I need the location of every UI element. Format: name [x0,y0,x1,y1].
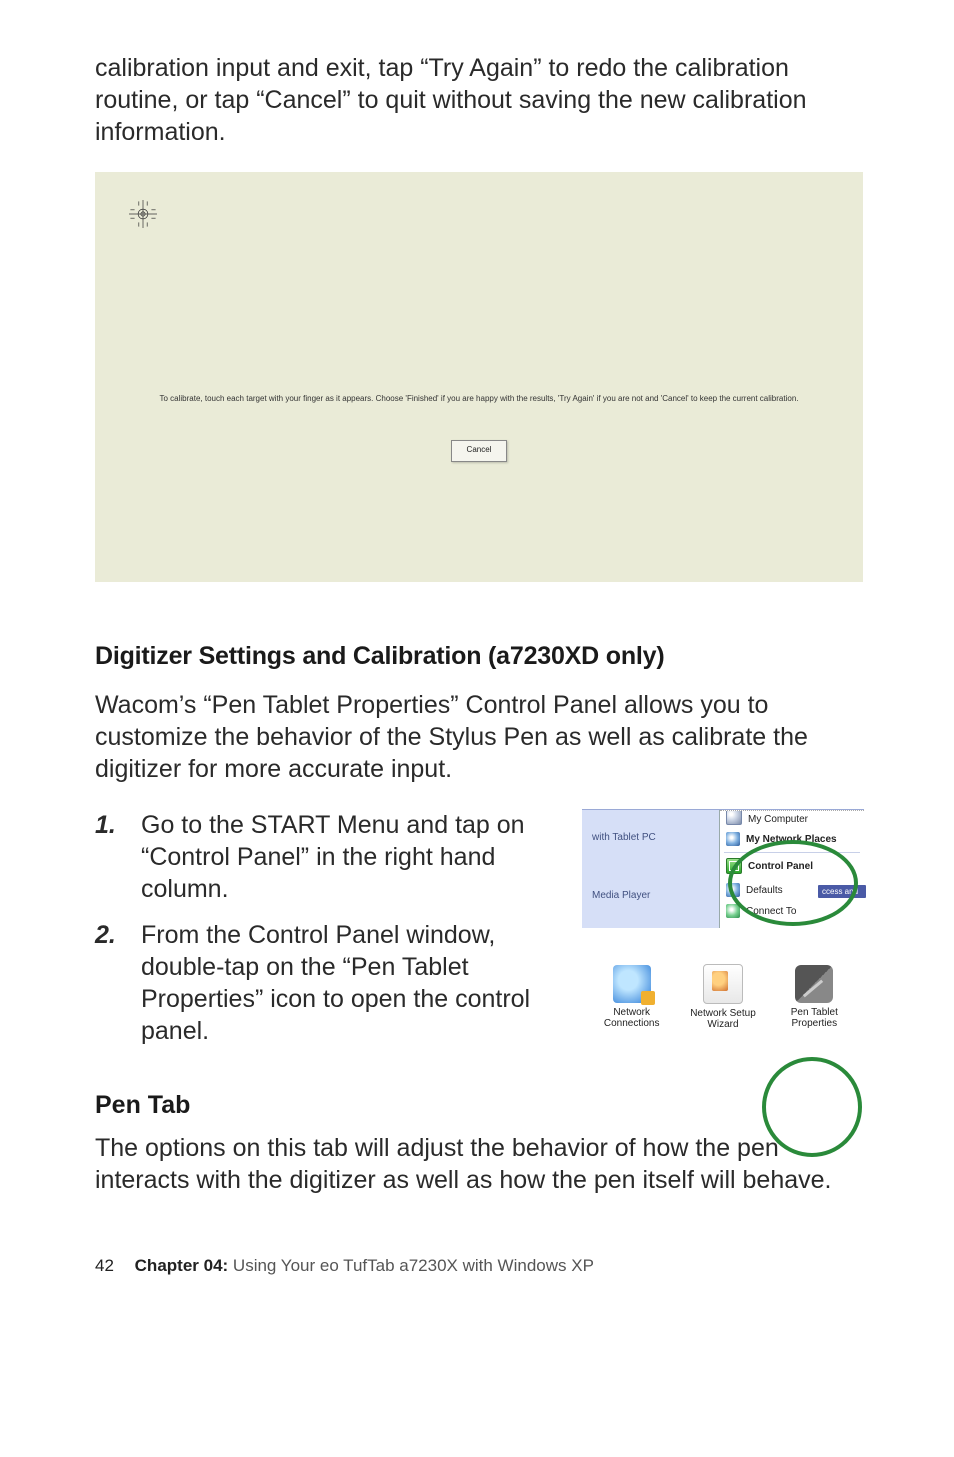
step-text: From the Control Panel window, double-ta… [141,919,554,1047]
section-heading: Digitizer Settings and Calibration (a723… [95,642,864,671]
computer-icon [726,810,742,825]
defaults-icon [726,883,740,897]
menu-label: Defaults [746,885,783,896]
pen-tablet-properties-icon [795,965,833,1003]
menu-item-my-network-places[interactable]: My Network Places [720,827,864,851]
icon-network-setup-wizard[interactable]: Network Setup Wizard [683,964,763,1030]
step-text: Go to the START Menu and tap on “Control… [141,809,554,905]
chapter-title: Using Your eo TufTab a7230X with Windows… [228,1256,594,1275]
menu-item-my-computer[interactable]: My Computer [720,810,864,827]
step-item: 2. From the Control Panel window, double… [95,919,554,1047]
menu-label: My Network Places [746,834,837,845]
network-setup-wizard-icon [703,964,743,1004]
menu-label: Connect To [746,906,796,917]
start-menu-left-label: Media Player [592,890,650,901]
calibration-target-icon [129,200,157,228]
menu-item-control-panel[interactable]: Control Panel [720,854,864,878]
chapter-label: Chapter 04: [135,1256,229,1275]
step-number: 2. [95,919,121,1047]
icon-label: Network Setup Wizard [683,1008,763,1030]
pen-tab-text: The options on this tab will adjust the … [95,1132,864,1196]
menu-separator [724,852,860,853]
control-panel-icon [726,858,742,874]
start-menu-left-label: with Tablet PC [592,832,656,843]
intro-paragraph: calibration input and exit, tap “Try Aga… [95,52,864,148]
cancel-button[interactable]: Cancel [451,440,507,462]
control-panel-screenshot: with Tablet PC Media Player My Computer … [582,809,864,1065]
start-menu-screenshot: with Tablet PC Media Player My Computer … [582,809,864,928]
network-places-icon [726,832,740,846]
steps-list: 1. Go to the START Menu and tap on “Cont… [95,809,554,1047]
section-intro: Wacom’s “Pen Tablet Properties” Control … [95,689,864,785]
step-item: 1. Go to the START Menu and tap on “Cont… [95,809,554,905]
menu-item-connect-to[interactable]: Connect To [720,902,864,920]
step-number: 1. [95,809,121,905]
page-footer: 42 Chapter 04: Using Your eo TufTab a723… [95,1256,864,1276]
pen-tab-heading: Pen Tab [95,1091,864,1120]
menu-label: Control Panel [748,861,813,872]
calibration-instruction: To calibrate, touch each target with you… [95,394,863,403]
icon-pen-tablet-properties[interactable]: Pen Tablet Properties [774,965,854,1029]
calibration-screenshot: To calibrate, touch each target with you… [95,172,863,582]
icon-label: Network Connections [592,1007,672,1029]
icon-label: Pen Tablet Properties [774,1007,854,1029]
control-panel-icons-screenshot: Network Connections Network Setup Wizard… [582,929,864,1065]
icon-network-connections[interactable]: Network Connections [592,965,672,1029]
tooltip: ccess and [818,885,866,898]
network-connections-icon [613,965,651,1003]
start-menu-right-column: My Computer My Network Places Control Pa… [719,810,864,928]
page-number: 42 [95,1256,114,1275]
connect-to-icon [726,904,740,918]
menu-label: My Computer [748,814,808,825]
